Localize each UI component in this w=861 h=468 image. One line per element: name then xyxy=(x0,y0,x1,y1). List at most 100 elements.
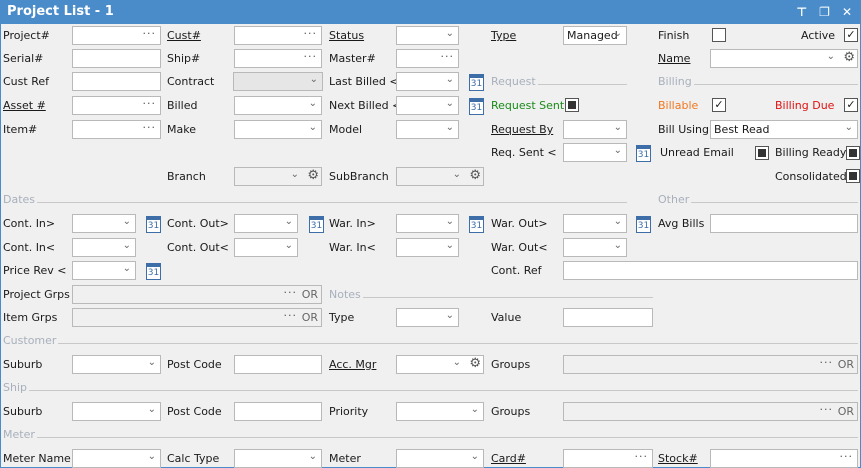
chevron-down-icon[interactable]: ⌄ xyxy=(614,216,622,227)
ellipsis-icon[interactable]: ··· xyxy=(304,27,318,40)
war-in-lt-dropdown[interactable]: ⌄ xyxy=(396,238,459,257)
chevron-down-icon[interactable]: ⌄ xyxy=(446,98,454,109)
cont-in-gt-dropdown[interactable]: ⌄ xyxy=(72,214,136,233)
master-lookup-input[interactable]: ··· xyxy=(396,49,459,68)
ellipsis-icon[interactable]: ··· xyxy=(441,50,455,63)
ellipsis-icon[interactable]: ··· xyxy=(143,27,157,40)
chevron-down-icon[interactable]: ⌄ xyxy=(123,216,131,227)
war-in-gt-dropdown[interactable]: ⌄ xyxy=(396,214,459,233)
cust-lookup-input[interactable]: ··· xyxy=(234,26,322,45)
stock-lookup-input[interactable]: ··· xyxy=(710,449,858,468)
chevron-down-icon[interactable]: ⌄ xyxy=(614,122,622,133)
req-sent-dropdown[interactable]: ⌄ xyxy=(563,143,627,162)
calendar-icon[interactable]: 31 xyxy=(469,216,484,233)
ellipsis-icon[interactable]: ··· xyxy=(820,356,834,369)
chevron-down-icon[interactable]: ⌄ xyxy=(148,451,156,462)
billable-checkbox[interactable]: ✓ xyxy=(712,98,726,112)
cust-ref-input[interactable] xyxy=(72,72,161,91)
chevron-down-icon[interactable]: ⌄ xyxy=(291,169,299,180)
request-by-dropdown[interactable]: ⌄ xyxy=(563,120,627,139)
bill-using-dropdown[interactable]: Best Read ⌄ xyxy=(710,120,858,139)
value-input[interactable] xyxy=(563,308,653,327)
ship-lookup-input[interactable]: ··· xyxy=(234,49,322,68)
billing-ready-checkbox[interactable] xyxy=(846,146,860,160)
project-grps-group-selector[interactable]: ··· OR xyxy=(72,285,322,304)
chevron-down-icon[interactable]: ⌄ xyxy=(845,122,853,133)
pin-icon[interactable]: ⊤ xyxy=(796,5,807,19)
cont-out-gt-dropdown[interactable]: ⌄ xyxy=(234,214,298,233)
calendar-icon[interactable]: 31 xyxy=(636,145,651,162)
chevron-down-icon[interactable]: ⌄ xyxy=(471,451,479,462)
ellipsis-icon[interactable]: ··· xyxy=(304,50,318,63)
meter-dropdown[interactable]: ⌄ xyxy=(396,449,484,468)
calendar-icon[interactable]: 31 xyxy=(146,263,161,280)
calc-type-dropdown[interactable]: ⌄ xyxy=(234,449,322,468)
make-dropdown[interactable]: ⌄ xyxy=(234,120,322,139)
active-checkbox[interactable]: ✓ xyxy=(844,28,858,42)
request-sent-checkbox[interactable] xyxy=(565,98,579,112)
notes-type-dropdown[interactable]: ⌄ xyxy=(396,308,459,327)
calendar-icon[interactable]: 31 xyxy=(469,98,484,115)
or-toggle[interactable]: OR xyxy=(838,358,854,371)
chevron-down-icon[interactable]: ⌄ xyxy=(309,451,317,462)
chevron-down-icon[interactable]: ⌄ xyxy=(614,240,622,251)
ellipsis-icon[interactable]: ··· xyxy=(635,450,649,463)
chevron-down-icon[interactable]: ⌄ xyxy=(614,145,622,156)
chevron-down-icon[interactable]: ⌄ xyxy=(123,263,131,274)
or-toggle[interactable]: OR xyxy=(838,405,854,418)
finish-checkbox[interactable] xyxy=(712,28,726,42)
chevron-down-icon[interactable]: ⌄ xyxy=(446,216,454,227)
ship-post-code-input[interactable] xyxy=(234,402,322,421)
or-toggle[interactable]: OR xyxy=(302,288,318,301)
cont-ref-input[interactable] xyxy=(563,261,858,280)
cont-out-lt-dropdown[interactable]: ⌄ xyxy=(234,238,298,257)
ship-suburb-dropdown[interactable]: ⌄ xyxy=(72,402,161,421)
cust-groups-group-selector[interactable]: ··· OR xyxy=(563,355,858,374)
close-icon[interactable]: ✕ xyxy=(842,5,852,19)
ellipsis-icon[interactable]: ··· xyxy=(284,286,298,299)
branch-dropdown[interactable]: ⌄ ⚙ xyxy=(234,167,322,186)
chevron-down-icon[interactable]: ⌄ xyxy=(285,240,293,251)
chevron-down-icon[interactable]: ⌄ xyxy=(310,74,318,85)
chevron-down-icon[interactable]: ⌄ xyxy=(123,240,131,251)
avg-bills-input[interactable] xyxy=(710,214,858,233)
chevron-down-icon[interactable]: ⌄ xyxy=(446,28,454,39)
chevron-down-icon[interactable]: ⌄ xyxy=(446,310,454,321)
price-rev-dropdown[interactable]: ⌄ xyxy=(72,261,136,280)
contract-dropdown[interactable]: ⌄ xyxy=(233,72,323,91)
chevron-down-icon[interactable]: ⌄ xyxy=(827,51,835,62)
chevron-down-icon[interactable]: ⌄ xyxy=(446,74,454,85)
chevron-down-icon[interactable]: ⌄ xyxy=(453,169,461,180)
ellipsis-icon[interactable]: ··· xyxy=(143,97,157,110)
chevron-down-icon[interactable]: ⌄ xyxy=(148,404,156,415)
calendar-icon[interactable]: 31 xyxy=(636,216,651,233)
cust-suburb-dropdown[interactable]: ⌄ xyxy=(72,355,161,374)
model-dropdown[interactable]: ⌄ xyxy=(396,120,459,139)
war-out-lt-dropdown[interactable]: ⌄ xyxy=(563,238,627,257)
unread-email-checkbox[interactable] xyxy=(755,146,769,160)
ellipsis-icon[interactable]: ··· xyxy=(284,309,298,322)
subbranch-dropdown[interactable]: ⌄ ⚙ xyxy=(396,167,484,186)
last-billed-dropdown[interactable]: ⌄ xyxy=(396,72,459,91)
chevron-down-icon[interactable]: ⌄ xyxy=(614,28,622,39)
chevron-down-icon[interactable]: ⌄ xyxy=(471,404,479,415)
or-toggle[interactable]: OR xyxy=(302,311,318,324)
calendar-icon[interactable]: 31 xyxy=(146,216,161,233)
ellipsis-icon[interactable]: ··· xyxy=(820,403,834,416)
asset-lookup-input[interactable]: ··· xyxy=(72,96,161,115)
ellipsis-icon[interactable]: ··· xyxy=(143,121,157,134)
billing-due-checkbox[interactable]: ✓ xyxy=(844,98,858,112)
ellipsis-icon[interactable]: ··· xyxy=(840,450,854,463)
cont-in-lt-dropdown[interactable]: ⌄ xyxy=(72,238,136,257)
gear-icon[interactable]: ⚙ xyxy=(307,168,319,183)
consolidated-checkbox[interactable] xyxy=(846,169,860,183)
gear-icon[interactable]: ⚙ xyxy=(843,50,855,65)
chevron-down-icon[interactable]: ⌄ xyxy=(309,98,317,109)
chevron-down-icon[interactable]: ⌄ xyxy=(309,122,317,133)
meter-name-dropdown[interactable]: ⌄ xyxy=(72,449,161,468)
next-billed-dropdown[interactable]: ⌄ xyxy=(396,96,459,115)
chevron-down-icon[interactable]: ⌄ xyxy=(446,122,454,133)
priority-dropdown[interactable]: ⌄ xyxy=(396,402,484,421)
chevron-down-icon[interactable]: ⌄ xyxy=(148,357,156,368)
war-out-gt-dropdown[interactable]: ⌄ xyxy=(563,214,627,233)
